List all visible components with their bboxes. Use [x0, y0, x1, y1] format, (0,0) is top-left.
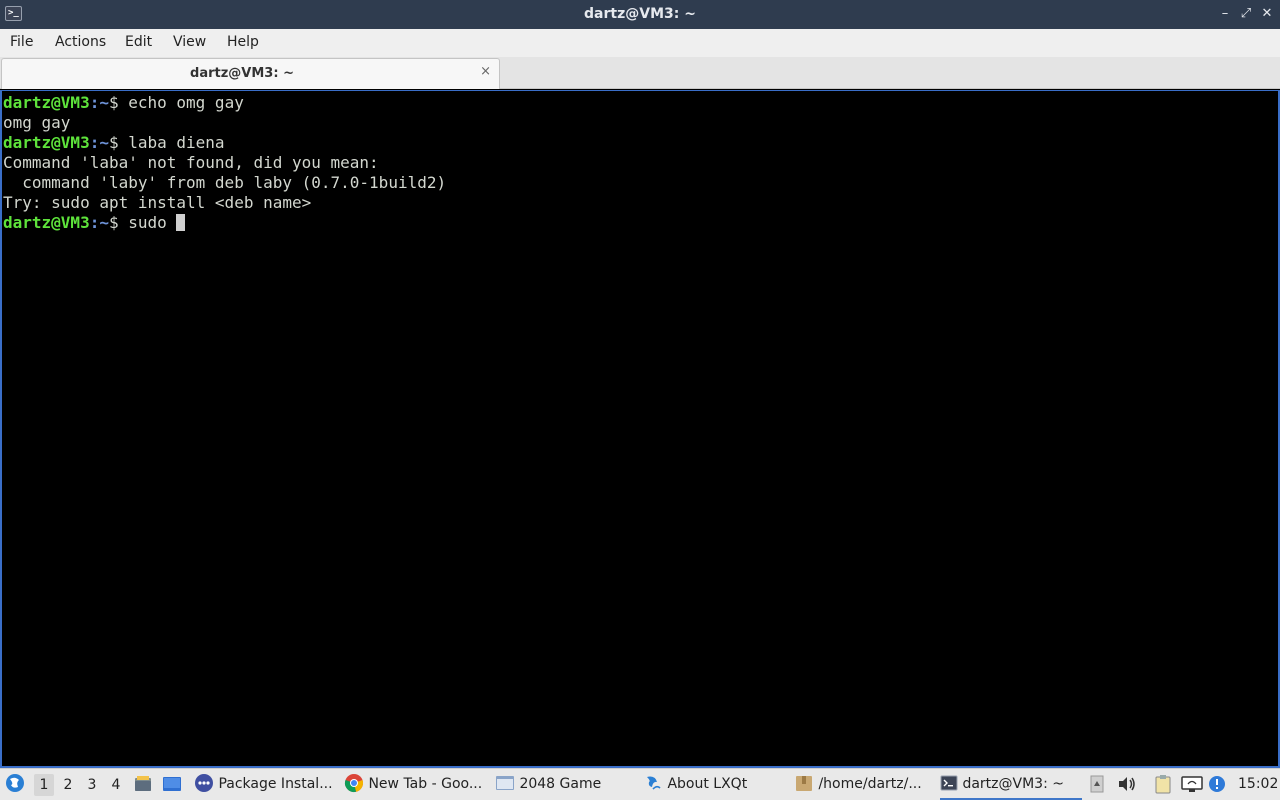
menu-file[interactable]: File	[10, 34, 33, 50]
clock[interactable]: 15:02	[1238, 769, 1278, 800]
package-installer-icon	[195, 773, 213, 792]
terminal-view[interactable]: dartz@VM3:~$ echo omg gay omg gay dartz@VM…	[0, 90, 1280, 768]
window-title: dartz@VM3: ~	[584, 6, 696, 22]
desktop-2[interactable]: 2	[58, 774, 78, 796]
output-text: command 'laby' from deb laby (0.7.0-1bui…	[3, 173, 447, 192]
folder-icon	[796, 775, 812, 791]
close-button[interactable]: ✕	[1259, 5, 1275, 23]
desktop-3[interactable]: 3	[82, 774, 102, 796]
terminal-prompt-line: dartz@VM3:~$ sudo	[3, 213, 446, 233]
prompt-symbol: $	[108, 213, 129, 232]
task-label: About LXQt	[667, 776, 748, 792]
prompt-path: :~	[89, 133, 109, 152]
task-terminal[interactable]: dartz@VM3: ~	[940, 769, 1082, 800]
tab-label: dartz@VM3: ~	[190, 66, 294, 81]
menu-view[interactable]: View	[173, 34, 206, 50]
task-file-manager[interactable]: /home/dartz/...	[794, 769, 934, 800]
tray-updates[interactable]	[1208, 769, 1228, 800]
terminal-prompt-line: dartz@VM3:~$ echo omg gay	[3, 93, 446, 113]
menu-actions[interactable]: Actions	[55, 34, 106, 50]
prompt-symbol: $	[108, 93, 129, 112]
task-label: /home/dartz/...	[818, 776, 922, 792]
tray-clipboard[interactable]	[1154, 769, 1176, 800]
command-text: echo omg gay	[128, 93, 244, 112]
command-text: sudo	[128, 213, 177, 232]
chrome-icon	[344, 773, 364, 792]
task-label: Package Instal...	[218, 776, 333, 792]
update-notifier-icon	[1209, 776, 1225, 792]
tab-strip: dartz@VM3: ~ ×	[0, 57, 1280, 89]
quicklaunch-file-manager[interactable]	[134, 769, 154, 800]
clipboard-icon	[1155, 775, 1171, 794]
task-label: dartz@VM3: ~	[962, 776, 1064, 792]
prompt-symbol: $	[108, 133, 129, 152]
volume-icon	[1119, 777, 1135, 791]
terminal-output: dartz@VM3:~$ echo omg gay omg gay dartz@VM…	[3, 93, 446, 233]
tray-volume[interactable]	[1117, 769, 1139, 800]
tray-arrow-icon	[1090, 775, 1104, 793]
task-package-installer[interactable]: Package Instal...	[194, 769, 336, 800]
quicklaunch-show-desktop[interactable]	[162, 769, 184, 800]
show-desktop-icon	[163, 777, 181, 791]
task-2048-game[interactable]: 2048 Game	[495, 769, 633, 800]
tray-expand[interactable]	[1090, 769, 1108, 800]
task-label: New Tab - Goo...	[368, 776, 483, 792]
task-about-lxqt[interactable]: About LXQt	[643, 769, 787, 800]
prompt-user: dartz@VM3	[3, 133, 90, 152]
menu-bar: File Actions Edit View Help	[0, 29, 1280, 57]
desktop-1[interactable]: 1	[34, 774, 54, 796]
terminal-output-line: command 'laby' from deb laby (0.7.0-1bui…	[3, 173, 446, 193]
prompt-path: :~	[89, 213, 109, 232]
command-text: laba diena	[128, 133, 225, 152]
prompt-path: :~	[89, 93, 109, 112]
desktop-4[interactable]: 4	[106, 774, 126, 796]
tab-close-icon[interactable]: ×	[480, 64, 491, 79]
menu-help[interactable]: Help	[227, 34, 259, 50]
menu-edit[interactable]: Edit	[125, 34, 152, 50]
prompt-user: dartz@VM3	[3, 93, 90, 112]
terminal-output-line: Command 'laba' not found, did you mean:	[3, 153, 446, 173]
terminal-tab[interactable]: dartz@VM3: ~ ×	[1, 58, 500, 89]
output-text: Try: sudo apt install <deb name>	[3, 193, 312, 212]
main-menu-button[interactable]	[4, 769, 28, 800]
lxqt-icon	[647, 776, 661, 790]
maximize-button[interactable]: ⤢	[1238, 5, 1254, 23]
lxqt-menu-icon	[6, 774, 24, 792]
terminal-cursor	[176, 214, 186, 231]
terminal-prompt-line: dartz@VM3:~$ laba diena	[3, 133, 446, 153]
window-titlebar[interactable]: >_ dartz@VM3: ~ – ⤢ ✕	[0, 0, 1280, 29]
window-icon	[496, 775, 514, 790]
prompt-user: dartz@VM3	[3, 213, 90, 232]
task-chrome[interactable]: New Tab - Goo...	[344, 769, 488, 800]
minimize-button[interactable]: –	[1217, 5, 1233, 23]
task-label: 2048 Game	[519, 776, 602, 792]
terminal-output-line: Try: sudo apt install <deb name>	[3, 193, 446, 213]
taskbar: 1 2 3 4 Package Instal... New Tab - Goo.…	[0, 768, 1280, 800]
network-icon	[1181, 776, 1203, 792]
terminal-output-line: omg gay	[3, 113, 446, 133]
output-text: omg gay	[3, 113, 71, 132]
file-manager-icon	[135, 776, 151, 791]
tray-network[interactable]	[1181, 769, 1205, 800]
output-text: Command 'laba' not found, did you mean:	[3, 153, 379, 172]
terminal-icon	[940, 775, 958, 790]
